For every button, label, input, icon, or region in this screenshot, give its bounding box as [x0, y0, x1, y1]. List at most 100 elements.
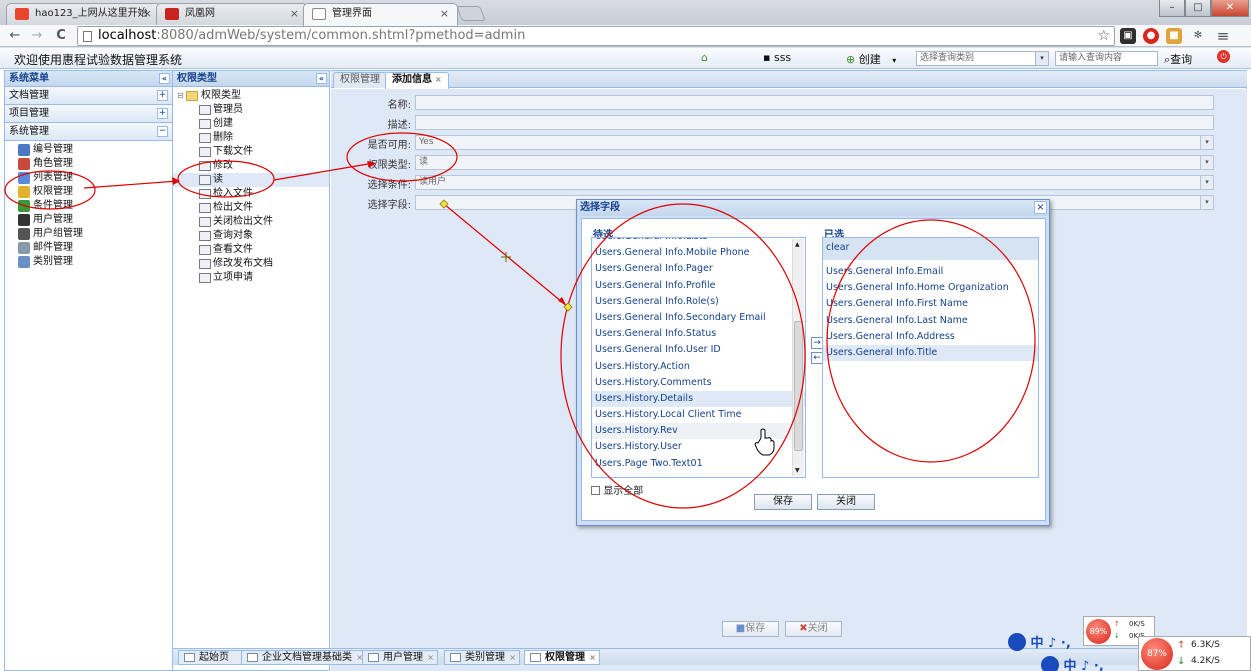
new-tab-button[interactable]: [456, 6, 486, 21]
tree-node-modify-publish[interactable]: 修改发布文档: [173, 257, 329, 271]
permission-type-select[interactable]: 读 ▾: [415, 155, 1214, 170]
close-window-button[interactable]: ✕: [1211, 0, 1249, 17]
list-item[interactable]: Users.History.Details: [592, 390, 805, 408]
section-doc-management[interactable]: 文档管理 +: [5, 87, 172, 105]
tree-node-checkin[interactable]: 检入文件: [173, 187, 329, 201]
address-bar[interactable]: localhost:8080/admWeb/system/common.shtm…: [77, 26, 1115, 46]
dialog-close-button[interactable]: 关闭: [817, 494, 875, 510]
list-item[interactable]: Users.History.Action: [592, 359, 805, 375]
menu-item-users[interactable]: 用户管理: [5, 213, 172, 227]
tree-node-close-checkout[interactable]: 关闭检出文件: [173, 215, 329, 229]
scroll-up-icon[interactable]: ▲: [795, 241, 800, 248]
bottom-tab-permissions[interactable]: 权限管理 ×: [524, 650, 600, 665]
section-system-management[interactable]: 系统管理 −: [5, 123, 172, 141]
back-button[interactable]: ←: [6, 27, 24, 45]
tab-add-info[interactable]: 添加信息 ×: [385, 72, 449, 89]
browser-tab-hao123[interactable]: hao123_上网从这里开始 ×: [6, 3, 161, 25]
maximize-button[interactable]: □: [1185, 0, 1211, 17]
tree-node-modify[interactable]: 修改: [173, 159, 329, 173]
list-item[interactable]: Users.Page Two.Text01: [592, 456, 805, 472]
category-select[interactable]: 选择查询类别 ▾: [916, 51, 1049, 66]
create-menu[interactable]: ⊕ 创建 ▾: [846, 51, 896, 67]
puzzle-extension-icon[interactable]: ✻: [1190, 28, 1206, 44]
tree-collapse-icon[interactable]: ⊟: [177, 89, 184, 103]
tree-node-read[interactable]: 读: [173, 173, 329, 187]
close-tab-icon[interactable]: ×: [427, 651, 434, 664]
search-button[interactable]: ⌕查询: [1164, 51, 1192, 67]
list-item[interactable]: Users.General Info.Profile: [592, 278, 805, 294]
menu-item-lists[interactable]: 列表管理: [5, 171, 172, 185]
chrome-menu-icon[interactable]: ≡: [1214, 27, 1232, 45]
selected-list[interactable]: clear Users.General Info.Email Users.Gen…: [822, 237, 1039, 478]
bottom-tab-enterprise-docs[interactable]: 企业文档管理基础类 ×: [241, 650, 367, 665]
list-item[interactable]: Users.General Info.Pager: [592, 261, 805, 277]
close-tab-icon[interactable]: ×: [435, 75, 442, 84]
bottom-tab-start[interactable]: 起始页: [178, 650, 244, 665]
bottom-tab-categories[interactable]: 类别管理 ×: [444, 650, 520, 665]
available-list[interactable]: Users.General Info.Lists Users.General I…: [591, 237, 806, 478]
close-tab-icon[interactable]: ×: [589, 651, 596, 664]
list-item[interactable]: Users.General Info.Mobile Phone: [592, 245, 805, 261]
collapse-left-icon[interactable]: «: [159, 73, 170, 84]
logout-icon[interactable]: ⏻: [1217, 50, 1230, 63]
list-item[interactable]: Users.History.User: [592, 439, 805, 455]
list-item[interactable]: Users.General Info.Secondary Email: [592, 310, 805, 326]
clear-button[interactable]: clear: [823, 238, 1038, 260]
bottom-tab-users[interactable]: 用户管理 ×: [362, 650, 438, 665]
list-item[interactable]: Users.General Info.Email: [823, 264, 1038, 280]
menu-item-conditions[interactable]: 条件管理: [5, 199, 172, 213]
list-item[interactable]: Users.History.Comments: [592, 375, 805, 391]
tab-close-icon[interactable]: ×: [440, 4, 449, 24]
list-item[interactable]: Users.General Info.Address: [823, 329, 1038, 345]
network-monitor[interactable]: 87% ↑ 6.3K/S ↓ 4.2K/S: [1138, 636, 1251, 671]
list-item[interactable]: Users.General Info.Title: [823, 344, 1038, 362]
name-field[interactable]: [415, 95, 1214, 110]
tab-permission-management[interactable]: 权限管理: [333, 72, 387, 88]
tree-root[interactable]: ⊟ 权限类型: [173, 89, 329, 103]
list-item[interactable]: Users.General Info.Last Name: [823, 313, 1038, 329]
tab-close-icon[interactable]: ×: [143, 4, 152, 24]
ime-toolbar[interactable]: 中 ♪ ·,: [1008, 632, 1071, 651]
menu-item-mail[interactable]: 邮件管理: [5, 241, 172, 255]
dialog-save-button[interactable]: 保存: [754, 494, 812, 510]
condition-select[interactable]: 读用户 ▾: [415, 175, 1214, 190]
browser-tab-admin[interactable]: 管理界面 ×: [303, 3, 458, 26]
list-item[interactable]: Users.History.Rev: [592, 423, 805, 440]
section-project-management[interactable]: 项目管理 +: [5, 105, 172, 123]
collapse-icon[interactable]: −: [157, 126, 168, 137]
form-save-button[interactable]: ■保存: [722, 621, 779, 637]
list-item[interactable]: Users.General Info.Status: [592, 326, 805, 342]
expand-icon[interactable]: +: [157, 90, 168, 101]
description-field[interactable]: [415, 115, 1214, 130]
adblock-icon[interactable]: ●: [1143, 28, 1159, 44]
dialog-close-icon[interactable]: ×: [1034, 201, 1047, 214]
tree-node-delete[interactable]: 删除: [173, 131, 329, 145]
scroll-down-icon[interactable]: ▼: [795, 467, 800, 474]
form-close-button[interactable]: ✖关闭: [785, 621, 842, 637]
tree-node-checkout[interactable]: 检出文件: [173, 201, 329, 215]
expand-icon[interactable]: +: [157, 108, 168, 119]
forward-button[interactable]: →: [28, 27, 46, 45]
scrollbar-thumb[interactable]: [794, 321, 803, 451]
tab-close-icon[interactable]: ×: [290, 4, 299, 24]
home-icon[interactable]: ⌂: [701, 51, 708, 64]
menu-item-permissions[interactable]: 权限管理: [5, 185, 172, 199]
close-tab-icon[interactable]: ×: [509, 651, 516, 664]
list-item[interactable]: Users.History.Local Client Time: [592, 407, 805, 423]
ime-toolbar-2[interactable]: 中 ♪ ·,: [1041, 655, 1104, 671]
tree-node-create[interactable]: 创建: [173, 117, 329, 131]
list-item[interactable]: Users.General Info.User ID: [592, 342, 805, 358]
enabled-select[interactable]: Yes ▾: [415, 135, 1214, 150]
tree-node-query[interactable]: 查询对象: [173, 229, 329, 243]
tree-node-view[interactable]: 查看文件: [173, 243, 329, 257]
available-scrollbar[interactable]: ▲ ▼: [792, 239, 804, 476]
list-item[interactable]: Users.General Info.Lists: [592, 238, 805, 245]
list-item[interactable]: Users.General Info.Role(s): [592, 294, 805, 310]
minimize-button[interactable]: –: [1159, 0, 1185, 17]
menu-item-roles[interactable]: 角色管理: [5, 157, 172, 171]
show-all-checkbox[interactable]: [591, 486, 600, 495]
menu-item-numbering[interactable]: 编号管理: [5, 143, 172, 157]
bookmark-star-icon[interactable]: ☆: [1097, 27, 1110, 45]
menu-item-user-groups[interactable]: 用户组管理: [5, 227, 172, 241]
notes-extension-icon[interactable]: ■: [1166, 28, 1182, 44]
